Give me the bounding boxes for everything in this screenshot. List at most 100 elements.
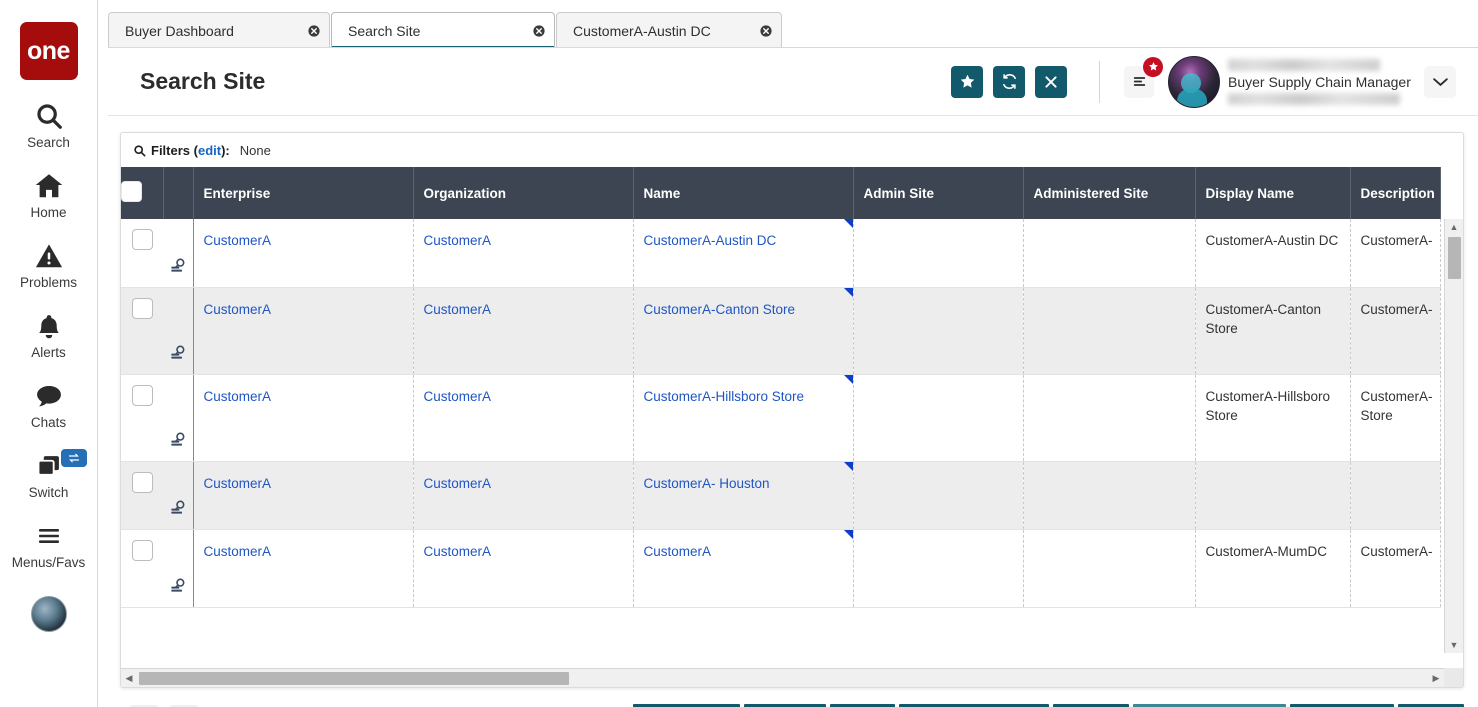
- rail-item-switch[interactable]: Switch: [0, 449, 98, 500]
- enterprise-link[interactable]: CustomerA: [204, 302, 272, 317]
- windows-stack-icon: [34, 449, 64, 483]
- flag-marker-icon: [844, 219, 853, 228]
- close-button[interactable]: [1035, 66, 1067, 98]
- page-header: Search Site: [108, 48, 1478, 116]
- row-icon-cell[interactable]: [163, 287, 193, 374]
- tab-customera-austin-dc[interactable]: CustomerA-Austin DC: [556, 12, 782, 48]
- chevron-down-icon[interactable]: [1424, 66, 1456, 98]
- close-icon[interactable]: [510, 24, 546, 38]
- row-icon-cell[interactable]: [163, 374, 193, 461]
- header-actions: Buyer Supply Chain Manager: [941, 56, 1456, 108]
- column-header-enterprise[interactable]: Enterprise: [193, 167, 413, 219]
- swap-arrows-icon[interactable]: [61, 449, 87, 467]
- cell-display-name: CustomerA-Hillsboro Store: [1195, 374, 1350, 461]
- favorite-button[interactable]: [951, 66, 983, 98]
- row-icon-header: [163, 167, 193, 219]
- favorites-menu-button[interactable]: [1124, 66, 1154, 98]
- name-link[interactable]: CustomerA- Houston: [644, 476, 770, 491]
- organization-link[interactable]: CustomerA: [424, 302, 492, 317]
- cell-admin-site: [853, 374, 1023, 461]
- brand-logo[interactable]: one: [20, 22, 78, 80]
- close-icon[interactable]: [737, 24, 773, 38]
- row-icon-cell[interactable]: [163, 219, 193, 287]
- row-icon-cell[interactable]: [163, 529, 193, 607]
- filters-edit-link[interactable]: edit: [198, 143, 221, 158]
- row-icon-cell[interactable]: [163, 461, 193, 529]
- rail-item-alerts[interactable]: Alerts: [0, 309, 98, 360]
- cell-name: CustomerA: [633, 529, 853, 607]
- column-header-description[interactable]: Description: [1350, 167, 1440, 219]
- rail-item-menus-favs[interactable]: Menus/Favs: [0, 519, 98, 570]
- organization-link[interactable]: CustomerA: [424, 233, 492, 248]
- row-checkbox[interactable]: [132, 385, 153, 406]
- warning-triangle-icon: [34, 239, 64, 273]
- enterprise-link[interactable]: CustomerA: [204, 476, 272, 491]
- enterprise-link[interactable]: CustomerA: [204, 233, 272, 248]
- cell-admin-site: [853, 287, 1023, 374]
- filters-value: None: [240, 143, 271, 158]
- column-header-admin-site[interactable]: Admin Site: [853, 167, 1023, 219]
- table-row[interactable]: CustomerA CustomerA CustomerA- Houston: [121, 461, 1440, 529]
- search-icon: [133, 144, 146, 157]
- row-select-cell: [121, 219, 163, 287]
- table-header-row: Enterprise Organization Name Admin Site …: [121, 167, 1440, 219]
- organization-link[interactable]: CustomerA: [424, 544, 492, 559]
- flag-marker-icon: [844, 462, 853, 471]
- scroll-left-icon[interactable]: ◀: [121, 669, 137, 687]
- name-link[interactable]: CustomerA-Hillsboro Store: [644, 389, 805, 404]
- rail-label: Problems: [20, 275, 77, 290]
- organization-link[interactable]: CustomerA: [424, 389, 492, 404]
- rail-label: Menus/Favs: [12, 555, 86, 570]
- name-link[interactable]: CustomerA-Austin DC: [644, 233, 777, 248]
- horizontal-scrollbar[interactable]: ◀ ▶: [121, 668, 1444, 687]
- close-icon[interactable]: [285, 24, 321, 38]
- tab-buyer-dashboard[interactable]: Buyer Dashboard: [108, 12, 330, 48]
- table-row[interactable]: CustomerA CustomerA CustomerA-Austin DC …: [121, 219, 1440, 287]
- table-row[interactable]: CustomerA CustomerA CustomerA-Canton Sto…: [121, 287, 1440, 374]
- cell-organization: CustomerA: [413, 461, 633, 529]
- row-checkbox[interactable]: [132, 298, 153, 319]
- column-header-name[interactable]: Name: [633, 167, 853, 219]
- column-header-display-name[interactable]: Display Name: [1195, 167, 1350, 219]
- tab-label: Buyer Dashboard: [125, 23, 234, 39]
- refresh-button[interactable]: [993, 66, 1025, 98]
- rail-item-chats[interactable]: Chats: [0, 379, 98, 430]
- row-select-cell: [121, 374, 163, 461]
- bell-icon: [35, 309, 63, 343]
- name-link[interactable]: CustomerA: [644, 544, 712, 559]
- rail-label: Alerts: [31, 345, 66, 360]
- table-row[interactable]: CustomerA CustomerA CustomerA-Hillsboro …: [121, 374, 1440, 461]
- hamburger-icon: [34, 519, 64, 553]
- scroll-up-icon[interactable]: ▲: [1445, 219, 1463, 235]
- cell-admin-site: [853, 461, 1023, 529]
- row-select-cell: [121, 461, 163, 529]
- select-all-header: [121, 167, 163, 219]
- scroll-right-icon[interactable]: ▶: [1428, 669, 1444, 687]
- column-header-administered-site[interactable]: Administered Site: [1023, 167, 1195, 219]
- avatar[interactable]: [1168, 56, 1220, 108]
- table-row[interactable]: CustomerA CustomerA CustomerA CustomerA-…: [121, 529, 1440, 607]
- horizontal-scroll-thumb[interactable]: [139, 672, 569, 685]
- rail-item-home[interactable]: Home: [0, 169, 98, 220]
- results-card: Filters ( edit ): None: [120, 132, 1464, 688]
- tab-search-site[interactable]: Search Site: [331, 12, 555, 48]
- user-name-redacted-top: [1228, 59, 1380, 71]
- rail-item-search[interactable]: Search: [0, 99, 98, 150]
- rail-label: Chats: [31, 415, 66, 430]
- row-checkbox[interactable]: [132, 229, 153, 250]
- scroll-down-icon[interactable]: ▼: [1445, 637, 1463, 653]
- vertical-scroll-thumb[interactable]: [1448, 237, 1461, 279]
- flag-marker-icon: [844, 375, 853, 384]
- row-checkbox[interactable]: [132, 472, 153, 493]
- rail-item-problems[interactable]: Problems: [0, 239, 98, 290]
- organization-link[interactable]: CustomerA: [424, 476, 492, 491]
- enterprise-link[interactable]: CustomerA: [204, 544, 272, 559]
- name-link[interactable]: CustomerA-Canton Store: [644, 302, 796, 317]
- vertical-scrollbar[interactable]: ▲ ▼: [1444, 219, 1463, 653]
- rail-avatar[interactable]: [31, 596, 67, 632]
- column-header-organization[interactable]: Organization: [413, 167, 633, 219]
- select-all-checkbox[interactable]: [121, 181, 142, 202]
- cell-description: CustomerA- Store: [1350, 374, 1440, 461]
- row-checkbox[interactable]: [132, 540, 153, 561]
- enterprise-link[interactable]: CustomerA: [204, 389, 272, 404]
